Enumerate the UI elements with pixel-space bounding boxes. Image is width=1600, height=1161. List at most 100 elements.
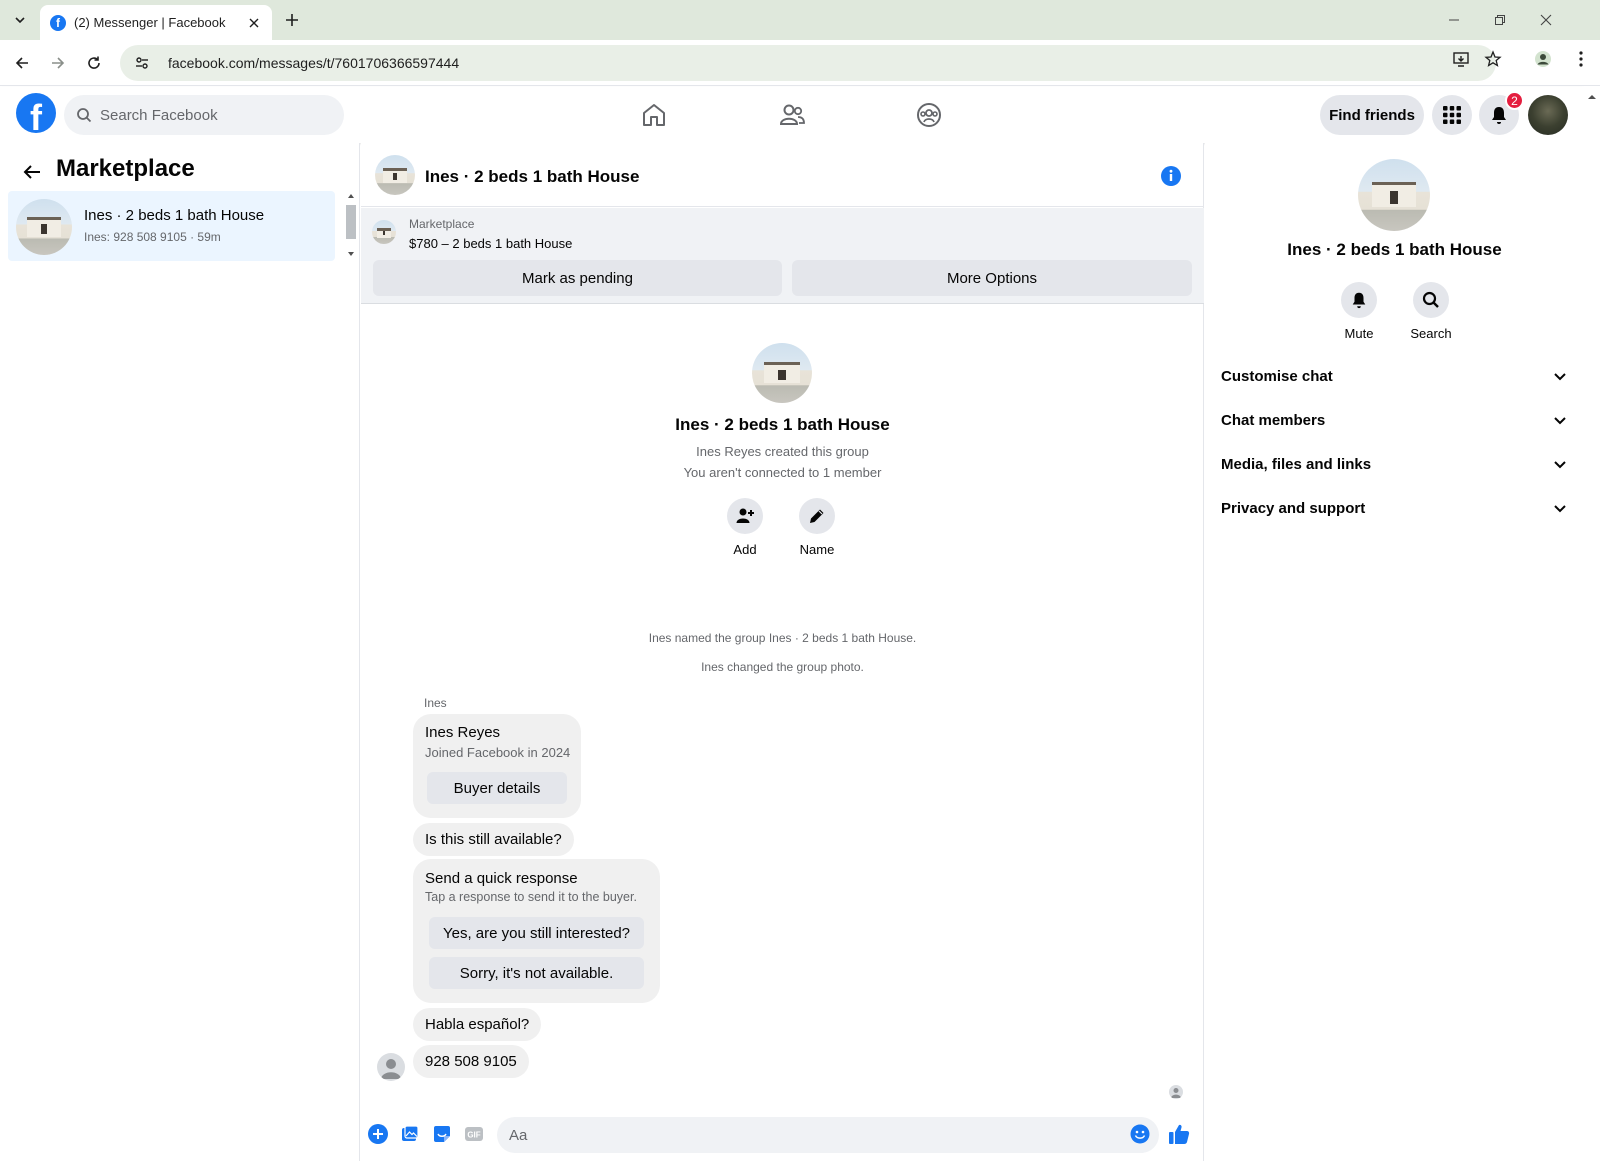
system-message: Ines changed the group photo. [701, 660, 864, 674]
message-composer: GIF [361, 1109, 1204, 1161]
groups-nav-icon[interactable] [911, 97, 947, 133]
back-icon[interactable] [11, 52, 33, 74]
search-conversation-button[interactable]: Search [1396, 282, 1466, 341]
chat-details-panel: Ines · 2 beds 1 bath House Mute Search C… [1205, 143, 1584, 1161]
conversation-thumbnail [16, 199, 72, 255]
emoji-icon[interactable] [1129, 1123, 1151, 1145]
group-photo [752, 343, 812, 403]
sender-name: Ines [424, 696, 447, 710]
new-tab-icon[interactable] [282, 10, 302, 30]
marketplace-listing-bar: Marketplace $780 – 2 beds 1 bath House M… [361, 208, 1204, 304]
conversation-preview: Ines: 928 508 9105 · 59m [84, 230, 221, 244]
add-person-icon [727, 498, 763, 534]
group-name: Ines · 2 beds 1 bath House [675, 415, 890, 434]
group-created-text: Ines Reyes created this group [696, 444, 869, 459]
section-label: Customise chat [1221, 367, 1333, 385]
message-bubble[interactable]: 928 508 9105 [413, 1045, 529, 1078]
sticker-icon[interactable] [431, 1123, 453, 1145]
browser-toolbar: facebook.com/messages/t/7601706366597444 [0, 40, 1600, 86]
section-label: Media, files and links [1221, 455, 1372, 473]
menu-grid-icon[interactable] [1432, 95, 1472, 135]
buyer-profile-card: Ines Reyes Joined Facebook in 2024 Buyer… [413, 714, 581, 818]
plus-icon[interactable] [367, 1123, 389, 1145]
close-tab-icon[interactable] [246, 15, 262, 31]
buyer-name: Ines Reyes [425, 724, 501, 741]
pencil-icon [799, 498, 835, 534]
forward-icon[interactable] [47, 52, 69, 74]
restore-icon[interactable] [1490, 10, 1510, 30]
chat-header: Ines · 2 beds 1 bath House [361, 143, 1204, 207]
chevron-down-icon [1554, 417, 1566, 425]
message-bubble[interactable]: Habla español? [413, 1008, 542, 1041]
search-input[interactable] [100, 106, 320, 124]
mute-label: Mute [1344, 326, 1374, 341]
account-avatar[interactable] [1528, 95, 1568, 135]
system-message: Ines named the group Ines · 2 beds 1 bat… [648, 631, 917, 645]
section-privacy-support[interactable]: Privacy and support [1213, 486, 1576, 530]
page-scrollbar[interactable] [1584, 87, 1600, 1161]
chevron-down-icon [1554, 461, 1566, 469]
bookmark-star-icon[interactable] [1482, 48, 1504, 70]
marketplace-label: Marketplace [409, 217, 475, 231]
section-label: Chat members [1221, 411, 1326, 429]
conversation-list-panel: Marketplace Ines · 2 beds 1 bath House I… [0, 143, 360, 1161]
conversation-scrollbar[interactable] [344, 191, 356, 261]
add-label: Add [733, 542, 757, 557]
chat-title[interactable]: Ines · 2 beds 1 bath House [425, 167, 639, 187]
message-bubble[interactable]: Is this still available? [413, 823, 574, 856]
gif-icon[interactable]: GIF [463, 1123, 485, 1145]
section-customise-chat[interactable]: Customise chat [1213, 354, 1576, 398]
quick-response-subtitle: Tap a response to send it to the buyer. [425, 890, 637, 904]
name-group-button[interactable]: Name [782, 498, 852, 557]
friends-nav-icon[interactable] [774, 97, 810, 133]
chat-panel: Ines · 2 beds 1 bath House Marketplace $… [361, 143, 1204, 1161]
search-icon [1413, 282, 1449, 318]
install-app-icon[interactable] [1450, 48, 1472, 70]
search-label: Search [1410, 326, 1452, 341]
quick-response-option[interactable]: Yes, are you still interested? [429, 917, 644, 949]
add-member-button[interactable]: Add [710, 498, 780, 557]
facebook-favicon-icon: f [50, 14, 66, 31]
address-bar[interactable]: facebook.com/messages/t/7601706366597444 [120, 45, 1496, 81]
more-options-button[interactable]: More Options [792, 260, 1192, 296]
message-input[interactable] [509, 1126, 1109, 1144]
info-icon[interactable] [1160, 165, 1182, 187]
listing-price[interactable]: $780 – 2 beds 1 bath House [409, 236, 572, 251]
listing-thumbnail[interactable] [372, 220, 396, 244]
section-media-files-links[interactable]: Media, files and links [1213, 442, 1576, 486]
reload-icon[interactable] [83, 52, 105, 74]
browser-tab[interactable]: f (2) Messenger | Facebook [40, 5, 272, 40]
connection-text: You aren't connected to 1 member [683, 465, 882, 480]
quick-response-option[interactable]: Sorry, it's not available. [429, 957, 644, 989]
profile-icon[interactable] [1532, 48, 1554, 70]
site-settings-icon[interactable] [134, 55, 150, 71]
facebook-header: f Find friends [0, 87, 1584, 143]
home-nav-icon[interactable] [636, 97, 672, 133]
tab-search-dropdown-icon[interactable] [8, 8, 32, 32]
tab-title: (2) Messenger | Facebook [74, 15, 226, 30]
conversation-name: Ines · 2 beds 1 bath House [84, 207, 265, 224]
mark-as-pending-button[interactable]: Mark as pending [373, 260, 782, 296]
browser-menu-icon[interactable] [1570, 48, 1592, 70]
minimize-icon[interactable] [1444, 10, 1464, 30]
chat-avatar[interactable] [375, 155, 415, 195]
message-input-box[interactable] [497, 1117, 1159, 1153]
mute-button[interactable]: Mute [1324, 282, 1394, 341]
section-chat-members[interactable]: Chat members [1213, 398, 1576, 442]
bell-icon [1341, 282, 1377, 318]
section-label: Privacy and support [1221, 499, 1366, 517]
facebook-search[interactable] [64, 95, 344, 135]
sender-avatar[interactable] [377, 1053, 405, 1081]
photo-icon[interactable] [399, 1123, 421, 1145]
thumbs-up-icon[interactable] [1168, 1123, 1190, 1145]
buyer-joined: Joined Facebook in 2024 [425, 745, 571, 760]
buyer-details-button[interactable]: Buyer details [427, 772, 567, 804]
back-arrow-icon[interactable] [20, 160, 44, 184]
facebook-logo[interactable]: f [16, 93, 56, 133]
close-window-icon[interactable] [1536, 10, 1556, 30]
find-friends-button[interactable]: Find friends [1320, 95, 1424, 135]
name-label: Name [799, 542, 835, 557]
quick-response-title: Send a quick response [425, 870, 578, 887]
conversation-item[interactable]: Ines · 2 beds 1 bath House Ines: 928 508… [8, 191, 335, 261]
quick-response-card: Send a quick response Tap a response to … [413, 859, 660, 1003]
